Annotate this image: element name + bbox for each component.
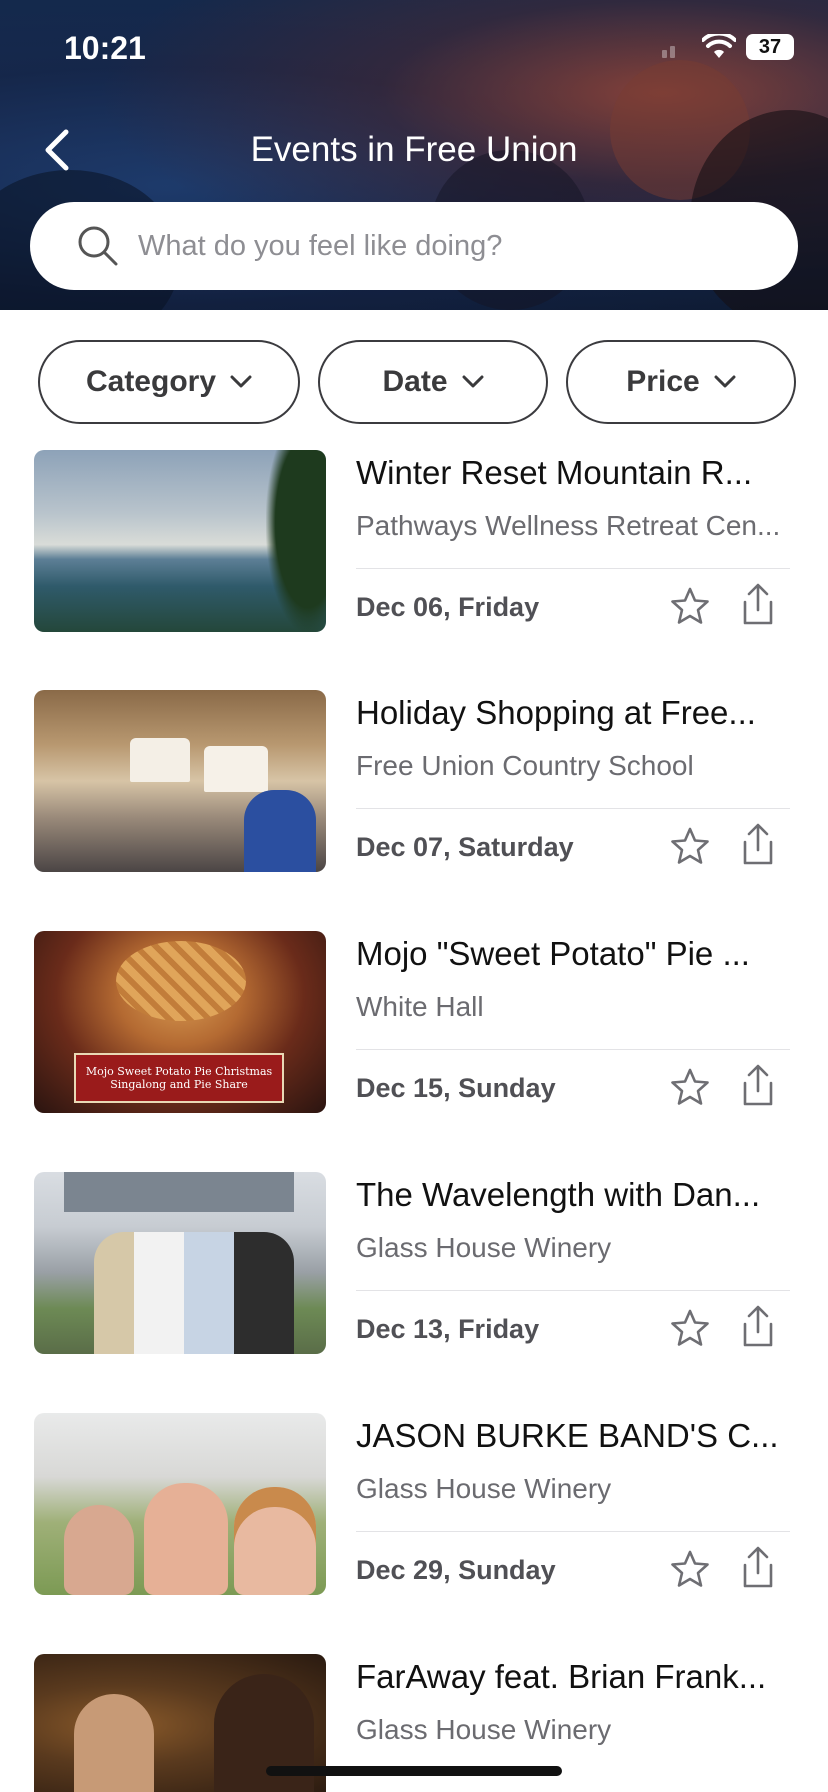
divider bbox=[356, 1049, 790, 1050]
price-filter-label: Price bbox=[626, 365, 700, 398]
event-image[interactable] bbox=[34, 1413, 326, 1595]
chevron-down-icon bbox=[462, 375, 484, 388]
event-venue: Free Union Country School bbox=[356, 750, 694, 781]
event-venue: Pathways Wellness Retreat Cen... bbox=[356, 510, 781, 541]
event-image[interactable] bbox=[34, 450, 326, 632]
event-date: Dec 13, Friday bbox=[356, 1314, 540, 1344]
event-image[interactable] bbox=[34, 1172, 326, 1354]
image-caption-banner: Mojo Sweet Potato Pie Christmas Singalon… bbox=[74, 1053, 284, 1103]
event-card[interactable]: The Wavelength with Dan... Glass House W… bbox=[0, 1168, 828, 1354]
search-icon bbox=[78, 226, 118, 266]
event-title: FarAway feat. Brian Frank... bbox=[356, 1658, 767, 1695]
header-hero: 10:21 37 Events in Free Union bbox=[0, 0, 828, 310]
event-title: Winter Reset Mountain R... bbox=[356, 454, 753, 491]
star-icon[interactable] bbox=[670, 1067, 710, 1107]
star-icon[interactable] bbox=[670, 1308, 710, 1348]
star-icon[interactable] bbox=[670, 586, 710, 626]
price-filter-button[interactable]: Price bbox=[566, 340, 796, 424]
share-icon[interactable] bbox=[738, 1545, 778, 1589]
event-date: Dec 07, Saturday bbox=[356, 832, 574, 862]
face-shape bbox=[64, 1505, 134, 1595]
event-title: The Wavelength with Dan... bbox=[356, 1176, 761, 1213]
lamp-shape bbox=[130, 738, 190, 782]
event-date: Dec 29, Sunday bbox=[356, 1555, 556, 1585]
divider bbox=[356, 808, 790, 809]
divider bbox=[356, 568, 790, 569]
wifi-icon bbox=[702, 34, 736, 58]
status-bar: 10:21 37 bbox=[0, 0, 828, 100]
event-image[interactable]: Mojo Sweet Potato Pie Christmas Singalon… bbox=[34, 931, 326, 1113]
event-card[interactable]: Holiday Shopping at Free... Free Union C… bbox=[0, 686, 828, 872]
chevron-down-icon bbox=[714, 375, 736, 388]
divider bbox=[356, 1531, 790, 1532]
star-icon[interactable] bbox=[670, 826, 710, 866]
event-venue: White Hall bbox=[356, 991, 484, 1022]
event-card[interactable]: Winter Reset Mountain R... Pathways Well… bbox=[0, 446, 828, 632]
stage-roof bbox=[64, 1172, 294, 1212]
event-title: Mojo "Sweet Potato" Pie ... bbox=[356, 935, 750, 972]
home-indicator[interactable] bbox=[266, 1766, 562, 1776]
search-bar[interactable] bbox=[30, 202, 798, 290]
date-filter-label: Date bbox=[382, 365, 448, 398]
search-input[interactable] bbox=[138, 229, 758, 263]
status-time: 10:21 bbox=[64, 30, 146, 66]
event-card[interactable]: Mojo Sweet Potato Pie Christmas Singalon… bbox=[0, 927, 828, 1113]
event-image[interactable] bbox=[34, 690, 326, 872]
status-icons: 37 bbox=[662, 34, 794, 60]
event-title: JASON BURKE BAND'S C... bbox=[356, 1417, 779, 1454]
image-caption: Mojo Sweet Potato Pie Christmas Singalon… bbox=[85, 1065, 273, 1091]
event-date: Dec 15, Sunday bbox=[356, 1073, 556, 1103]
event-title: Holiday Shopping at Free... bbox=[356, 694, 756, 731]
chevron-down-icon bbox=[230, 375, 252, 388]
band-members bbox=[94, 1232, 294, 1354]
singer-silhouette bbox=[74, 1694, 154, 1792]
person-silhouette bbox=[244, 790, 316, 872]
date-filter-button[interactable]: Date bbox=[318, 340, 548, 424]
lamp-shape bbox=[204, 746, 268, 792]
star-icon[interactable] bbox=[670, 1549, 710, 1589]
event-venue: Glass House Winery bbox=[356, 1232, 612, 1263]
category-filter-label: Category bbox=[85, 365, 217, 398]
event-date: Dec 06, Friday bbox=[356, 592, 540, 622]
event-venue: Glass House Winery bbox=[356, 1714, 612, 1745]
tree-silhouette bbox=[266, 450, 326, 632]
share-icon[interactable] bbox=[738, 822, 778, 866]
face-shape bbox=[144, 1483, 228, 1595]
battery-indicator: 37 bbox=[746, 34, 794, 60]
share-icon[interactable] bbox=[738, 1063, 778, 1107]
pie-shape bbox=[116, 941, 246, 1021]
event-venue: Glass House Winery bbox=[356, 1473, 612, 1504]
signal-icon bbox=[662, 46, 675, 58]
nav-bar: Events in Free Union bbox=[0, 112, 828, 188]
share-icon[interactable] bbox=[738, 1304, 778, 1348]
divider bbox=[356, 1290, 790, 1291]
share-icon[interactable] bbox=[738, 582, 778, 626]
category-filter-button[interactable]: Category bbox=[38, 340, 300, 424]
page-title: Events in Free Union bbox=[250, 130, 578, 169]
face-shape bbox=[234, 1487, 316, 1595]
event-card[interactable]: JASON BURKE BAND'S C... Glass House Wine… bbox=[0, 1409, 828, 1595]
